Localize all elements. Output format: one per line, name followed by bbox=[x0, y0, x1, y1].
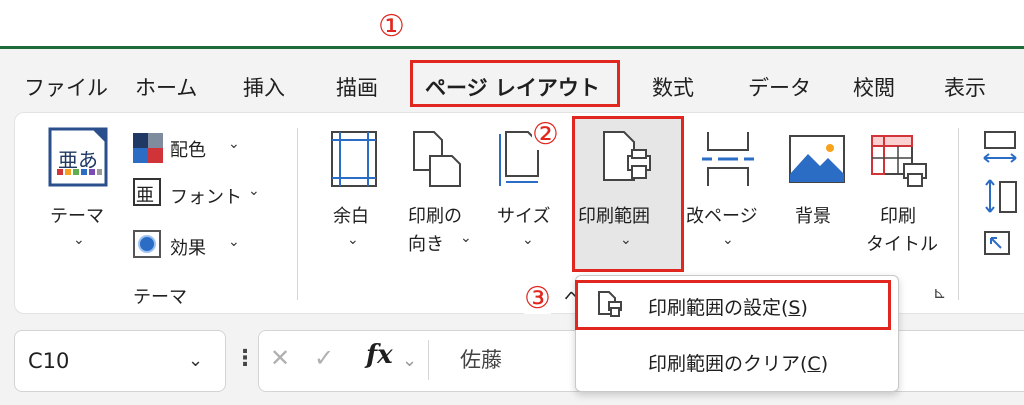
background-icon bbox=[788, 134, 846, 184]
themes-group-label: テーマ bbox=[133, 287, 187, 308]
orientation-label-line2[interactable]: 向き bbox=[408, 230, 444, 256]
menu-item-label-end: ) bbox=[820, 353, 829, 375]
chevron-down-icon: ⌄ bbox=[248, 183, 260, 199]
margins-button[interactable]: 余白 bbox=[333, 202, 369, 228]
chevron-down-icon: ⌄ bbox=[347, 232, 359, 248]
menu-item-accelerator: C bbox=[807, 353, 821, 375]
menu-item-label: 印刷範囲のクリア( bbox=[648, 353, 808, 375]
themes-label: テーマ bbox=[50, 206, 104, 227]
step-1-annotation: ① bbox=[378, 9, 405, 44]
effects-button[interactable]: 効果 bbox=[170, 234, 206, 260]
tab-insert[interactable]: 挿入 bbox=[243, 72, 285, 102]
print-titles-icon bbox=[870, 134, 928, 190]
enter-check-icon[interactable]: ✓ bbox=[314, 344, 334, 372]
tab-view[interactable]: 表示 bbox=[944, 72, 986, 102]
page-layout-tab-highlight bbox=[410, 60, 620, 107]
print-area-highlight bbox=[572, 116, 684, 272]
margins-icon bbox=[330, 130, 378, 188]
tab-home[interactable]: ホーム bbox=[135, 72, 197, 102]
formula-separator bbox=[428, 340, 429, 380]
fonts-button[interactable]: フォント bbox=[170, 183, 242, 209]
set-print-area-highlight bbox=[575, 280, 891, 330]
font-icon-text: 亜 bbox=[136, 185, 154, 206]
tab-review[interactable]: 校閲 bbox=[853, 72, 895, 102]
chevron-down-icon: ⌄ bbox=[228, 234, 240, 250]
orientation-icon bbox=[412, 130, 462, 188]
scale-to-fit-icons bbox=[982, 128, 1022, 258]
colors-icon bbox=[133, 133, 163, 163]
tab-data[interactable]: データ bbox=[748, 72, 811, 102]
group-separator bbox=[958, 128, 959, 300]
tab-draw[interactable]: 描画 bbox=[336, 72, 378, 102]
background-button[interactable]: 背景 bbox=[795, 202, 831, 228]
size-button[interactable]: サイズ bbox=[497, 202, 550, 228]
orientation-label-line1[interactable]: 印刷の bbox=[408, 202, 462, 228]
chevron-down-icon: ⌄ bbox=[460, 230, 472, 246]
theme-icon-text: 亜あ bbox=[58, 148, 98, 172]
chevron-down-icon: ⌄ bbox=[722, 232, 734, 248]
effects-icon bbox=[133, 230, 161, 258]
tab-formulas[interactable]: 数式 bbox=[652, 72, 694, 102]
print-titles-label-line1[interactable]: 印刷 bbox=[880, 202, 916, 228]
cancel-icon[interactable]: ✕ bbox=[270, 344, 290, 372]
name-box-value: C10 bbox=[28, 349, 70, 373]
chevron-down-icon: ⌄ bbox=[402, 350, 418, 371]
step-3-annotation: ③ bbox=[524, 281, 551, 316]
chevron-down-icon: ⌄ bbox=[522, 232, 534, 248]
group-separator bbox=[297, 128, 298, 300]
more-options-icon[interactable]: ⋮ bbox=[234, 346, 256, 371]
breaks-icon bbox=[700, 130, 756, 188]
print-titles-label-line2[interactable]: タイトル bbox=[866, 230, 938, 256]
chevron-down-icon: ⌄ bbox=[228, 136, 240, 152]
breaks-button[interactable]: 改ページ bbox=[686, 202, 758, 228]
chevron-down-icon: ⌄ bbox=[73, 232, 85, 248]
cell-content[interactable]: 佐藤 bbox=[460, 344, 502, 374]
colors-button[interactable]: 配色 bbox=[170, 136, 206, 162]
page-setup-dialog-launcher[interactable]: ⊾ bbox=[933, 283, 946, 302]
tab-file[interactable]: ファイル bbox=[24, 72, 108, 102]
chevron-down-icon[interactable]: ⌄ bbox=[188, 350, 203, 371]
menu-item-clear-print-area[interactable]: 印刷範囲のクリア(C) bbox=[648, 349, 828, 376]
step-2-annotation: ② bbox=[532, 117, 559, 152]
insert-function-icon[interactable]: fx bbox=[366, 340, 393, 370]
